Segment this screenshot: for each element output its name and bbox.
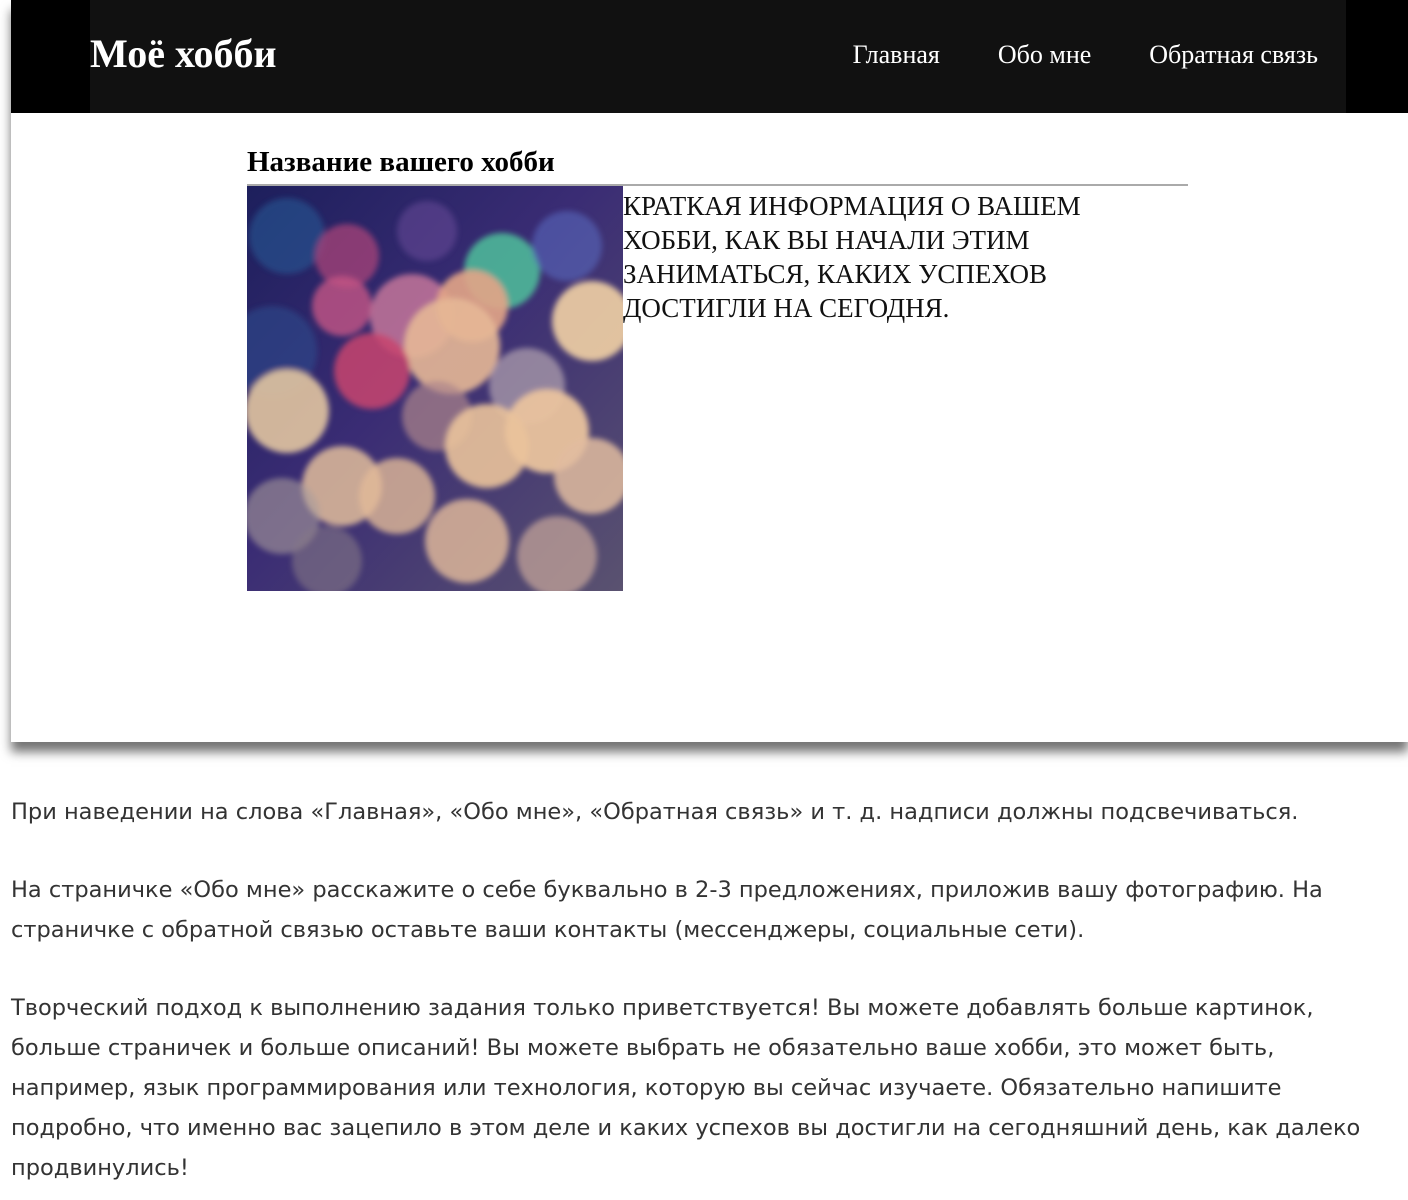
hobby-body: КРАТКАЯ ИНФОРМАЦИЯ О ВАШЕМ ХОББИ, КАК ВЫ…: [247, 186, 1188, 596]
assignment-instructions: При наведении на слова «Главная», «Обо м…: [11, 792, 1396, 1200]
navbar: Моё хобби Главная Обо мне Обратная связь: [11, 0, 1408, 113]
bokeh-photo-icon: [247, 186, 623, 591]
main-nav: Главная Обо мне Обратная связь: [853, 36, 1318, 74]
nav-link-feedback[interactable]: Обратная связь: [1149, 36, 1318, 74]
instruction-paragraph-2: На страничке «Обо мне» расскажите о себе…: [11, 877, 1323, 943]
instruction-paragraph-1: При наведении на слова «Главная», «Обо м…: [11, 799, 1299, 825]
instruction-paragraph-3: Творческий подход к выполнению задания т…: [11, 995, 1361, 1181]
screenshot-card: Моё хобби Главная Обо мне Обратная связь…: [11, 0, 1408, 742]
site-title: Моё хобби: [90, 31, 277, 76]
hobby-section: Название вашего хобби КРАТКАЯ ИНФОРМАЦИЯ…: [247, 140, 1188, 596]
navbar-inner: Моё хобби Главная Обо мне Обратная связь: [90, 0, 1346, 113]
nav-link-about[interactable]: Обо мне: [998, 36, 1091, 74]
bokeh-image: [247, 186, 623, 591]
hobby-description: КРАТКАЯ ИНФОРМАЦИЯ О ВАШЕМ ХОББИ, КАК ВЫ…: [623, 191, 1081, 323]
nav-link-home[interactable]: Главная: [853, 36, 940, 74]
hobby-title: Название вашего хобби: [247, 146, 555, 178]
